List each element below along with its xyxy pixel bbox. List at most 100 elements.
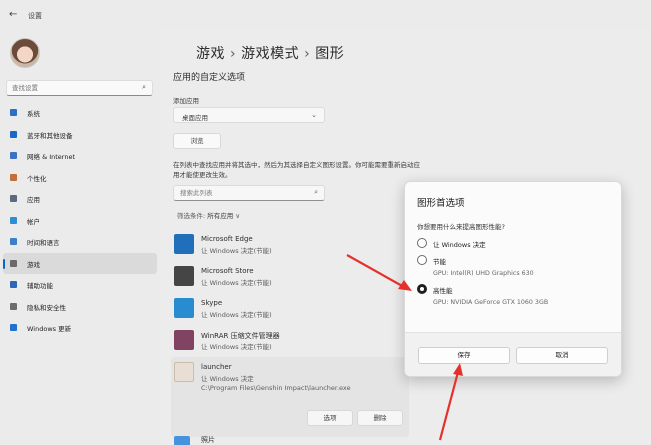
edge-app-icon xyxy=(174,234,194,254)
sidebar-item-label: 应用 xyxy=(27,196,40,204)
back-arrow-icon[interactable]: ← xyxy=(9,9,23,21)
sidebar-item-time-language[interactable]: 时间和语言 xyxy=(3,231,157,253)
add-app-label: 添加应用 xyxy=(173,97,199,105)
settings-search-box[interactable]: ⌕ xyxy=(6,80,153,96)
sidebar-item-gaming[interactable]: 游戏 xyxy=(3,252,157,274)
user-avatar[interactable] xyxy=(10,38,40,68)
app-status: 让 Windows 决定 xyxy=(201,375,254,383)
app-list: Microsoft Edge 让 Windows 决定(节能) Microsof… xyxy=(171,229,409,437)
dialog-footer: 保存 取消 xyxy=(405,332,621,376)
app-name: WinRAR 压缩文件管理器 xyxy=(201,332,280,340)
photos-app-icon xyxy=(174,436,190,445)
brush-icon xyxy=(10,173,17,181)
high-performance-gpu: GPU: NVIDIA GeForce GTX 1060 3GB xyxy=(433,299,549,306)
app-path: C:\Program Files\Genshin Impact\launcher… xyxy=(201,384,351,392)
sidebar-item-bluetooth[interactable]: 蓝牙和其他设备 xyxy=(3,124,157,146)
settings-window: ← 设置 ⌕ 系统 蓝牙和其他设备 网络 & Internet 个性化 xyxy=(0,0,651,445)
sidebar-item-label: 系统 xyxy=(27,110,40,118)
app-row-winrar[interactable]: WinRAR 压缩文件管理器 让 Windows 决定(节能) xyxy=(171,325,409,357)
launcher-app-icon xyxy=(174,362,194,382)
app-row-launcher[interactable]: launcher 让 Windows 决定 C:\Program Files\G… xyxy=(171,357,409,437)
gamepad-icon xyxy=(10,259,17,267)
search-icon[interactable]: ⌕ xyxy=(314,188,318,197)
winrar-app-icon xyxy=(174,330,194,350)
sidebar-item-label: Windows 更新 xyxy=(27,325,72,333)
app-type-dropdown[interactable]: 桌面应用 ⌄ xyxy=(173,107,325,123)
breadcrumb-separator: › xyxy=(230,46,237,62)
sidebar-item-label: 隐私和安全性 xyxy=(27,303,66,312)
settings-search-input[interactable] xyxy=(12,83,132,93)
browse-button[interactable]: 浏览 xyxy=(173,133,221,149)
filter-value: 所有应用 xyxy=(207,212,234,220)
store-app-icon xyxy=(174,266,194,286)
save-button[interactable]: 保存 xyxy=(418,347,510,364)
breadcrumb: 游戏 › 游戏模式 › 图形 xyxy=(196,43,344,63)
options-button[interactable]: 选项 xyxy=(307,410,353,426)
chevron-down-icon: ∨ xyxy=(235,212,241,220)
app-name: 照片 xyxy=(201,436,215,444)
sidebar-item-network[interactable]: 网络 & Internet xyxy=(3,145,157,167)
bluetooth-icon xyxy=(10,130,17,138)
sidebar: ⌕ 系统 蓝牙和其他设备 网络 & Internet 个性化 应用 xyxy=(0,30,160,445)
breadcrumb-separator: › xyxy=(304,46,311,62)
sidebar-item-system[interactable]: 系统 xyxy=(3,102,157,124)
network-icon xyxy=(10,152,17,159)
power-saving-gpu: GPU: Intel(R) UHD Graphics 630 xyxy=(433,270,534,277)
app-row-edge[interactable]: Microsoft Edge 让 Windows 决定(节能) xyxy=(171,229,409,261)
delete-button[interactable]: 删除 xyxy=(357,410,403,426)
dialog-question: 你想要用什么来提高图形性能? xyxy=(417,223,505,231)
app-row-store[interactable]: Microsoft Store 让 Windows 决定(节能) xyxy=(171,261,409,293)
app-status: 让 Windows 决定(节能) xyxy=(201,247,272,255)
app-name: launcher xyxy=(201,363,232,371)
person-icon xyxy=(10,216,17,224)
sidebar-item-accessibility[interactable]: 辅助功能 xyxy=(3,274,157,296)
app-type-value: 桌面应用 xyxy=(182,114,208,122)
filter-label: 筛选条件: xyxy=(177,212,206,220)
app-name: Microsoft Edge xyxy=(201,235,253,243)
chevron-down-icon: ⌄ xyxy=(311,111,317,119)
cancel-button[interactable]: 取消 xyxy=(516,347,608,364)
radio-power-saving[interactable] xyxy=(417,255,427,265)
globe-clock-icon xyxy=(10,238,17,245)
sidebar-item-apps[interactable]: 应用 xyxy=(3,188,157,210)
app-status: 让 Windows 决定(节能) xyxy=(201,279,272,287)
update-icon xyxy=(10,324,17,331)
radio-label-power-saving[interactable]: 节能 xyxy=(433,256,446,266)
window-title: 设置 xyxy=(28,12,42,20)
radio-label-high-performance[interactable]: 高性能 xyxy=(433,285,453,295)
shield-icon xyxy=(10,302,17,310)
sidebar-item-privacy[interactable]: 隐私和安全性 xyxy=(3,296,157,318)
sidebar-item-label: 个性化 xyxy=(27,174,47,183)
breadcrumb-item-game-mode[interactable]: 游戏模式 xyxy=(241,46,299,62)
sidebar-item-personalization[interactable]: 个性化 xyxy=(3,167,157,189)
radio-let-windows-decide[interactable] xyxy=(417,238,427,248)
app-row-skype[interactable]: Skype 让 Windows 决定(节能) xyxy=(171,293,409,325)
section-title: 应用的自定义选项 xyxy=(173,73,246,83)
app-status: 让 Windows 决定(节能) xyxy=(201,343,272,351)
radio-high-performance[interactable] xyxy=(417,284,427,294)
breadcrumb-item-gaming[interactable]: 游戏 xyxy=(196,46,225,62)
sidebar-item-label: 蓝牙和其他设备 xyxy=(27,131,73,140)
breadcrumb-item-graphics: 图形 xyxy=(315,46,345,62)
app-status: 让 Windows 决定(节能) xyxy=(201,311,272,319)
sidebar-item-label: 游戏 xyxy=(27,260,40,269)
description-text: 在列表中查找应用并将其选中，然后为其选择自定义图形设置。你可能需要重新启动应用才… xyxy=(173,161,420,179)
sidebar-item-label: 时间和语言 xyxy=(27,239,60,247)
sidebar-item-accounts[interactable]: 帐户 xyxy=(3,210,157,232)
app-name: Microsoft Store xyxy=(201,267,254,275)
skype-app-icon xyxy=(174,298,194,318)
title-bar: ← 设置 xyxy=(0,0,651,30)
app-search-input[interactable] xyxy=(180,188,300,198)
sidebar-nav: 系统 蓝牙和其他设备 网络 & Internet 个性化 应用 帐户 时间和语言… xyxy=(0,102,160,339)
monitor-icon xyxy=(10,109,17,116)
search-icon[interactable]: ⌕ xyxy=(142,83,146,92)
accessibility-icon xyxy=(10,281,17,288)
app-name: Skype xyxy=(201,299,223,307)
sidebar-item-label: 网络 & Internet xyxy=(27,153,76,161)
radio-label-let-windows-decide[interactable]: 让 Windows 决定 xyxy=(433,239,486,249)
app-search-box[interactable]: ⌕ xyxy=(173,185,325,201)
filter-dropdown[interactable]: 筛选条件: 所有应用 ∨ xyxy=(177,210,240,220)
graphics-preference-dialog: 图形首选项 你想要用什么来提高图形性能? 让 Windows 决定 节能 GPU… xyxy=(404,181,622,377)
sidebar-item-label: 帐户 xyxy=(27,217,40,226)
sidebar-item-windows-update[interactable]: Windows 更新 xyxy=(3,317,157,339)
